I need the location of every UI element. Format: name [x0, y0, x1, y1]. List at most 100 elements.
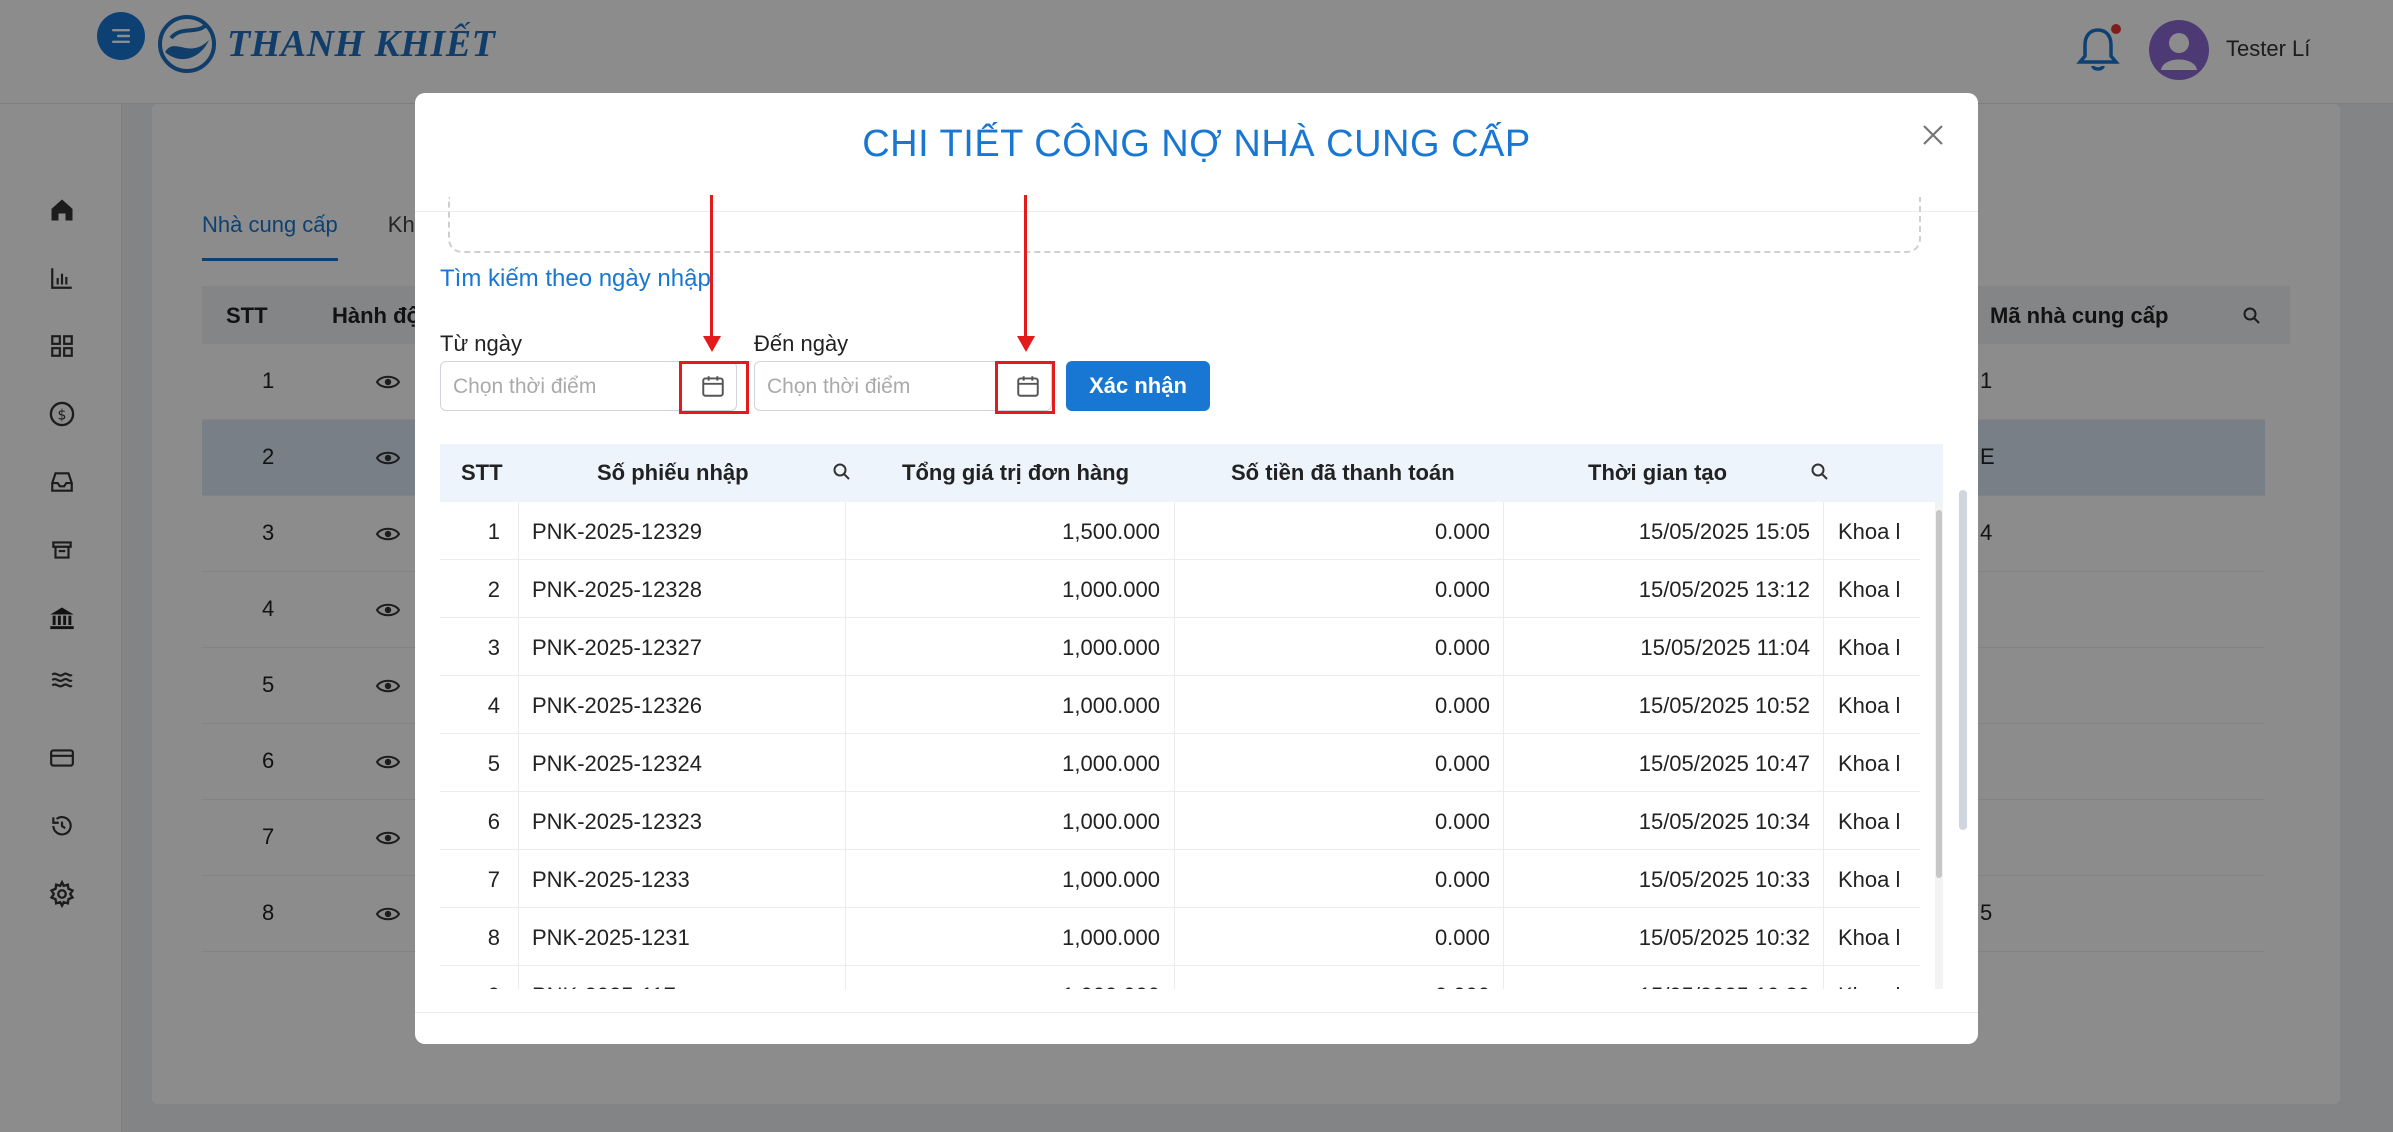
table-row[interactable]: 2 PNK-2025-12328 1,000.000 0.000 15/05/2025 …	[440, 560, 1920, 618]
cell-stt: 1	[487, 519, 500, 544]
table-header: STT Số phiếu nhập Tổng giá trị đơn hàng …	[440, 444, 1943, 502]
column-separator	[845, 734, 846, 791]
search-icon[interactable]	[832, 462, 852, 482]
page-scrollbar[interactable]	[1959, 490, 1967, 830]
column-separator	[1823, 502, 1824, 559]
cell-creator: Khoa l	[1838, 577, 1901, 602]
column-separator	[518, 850, 519, 907]
table-row[interactable]: 7 PNK-2025-1233 1,000.000 0.000 15/05/2025 1…	[440, 850, 1920, 908]
column-separator	[1823, 676, 1824, 733]
supplier-debt-modal: CHI TIẾT CÔNG NỢ NHÀ CUNG CẤP Tìm kiếm t…	[415, 93, 1978, 1044]
cell-receipt-no[interactable]: PNK-2025-12323	[532, 809, 702, 835]
cell-stt: 5	[487, 751, 500, 776]
column-separator	[1823, 908, 1824, 965]
annotation-arrow-head	[703, 336, 721, 352]
receipts-table: STT Số phiếu nhập Tổng giá trị đơn hàng …	[440, 444, 1943, 989]
column-separator	[1823, 966, 1824, 989]
cell-creator: Khoa l	[1838, 693, 1901, 718]
header-created-time: Thời gian tạo	[1588, 460, 1728, 485]
column-separator	[845, 502, 846, 559]
close-icon[interactable]	[1918, 120, 1948, 150]
annotation-highlight-box	[679, 361, 749, 414]
cell-receipt-no[interactable]: PNK-2025-12326	[532, 693, 702, 719]
cell-stt: 2	[487, 577, 500, 602]
column-separator	[1174, 560, 1175, 617]
column-separator	[845, 966, 846, 989]
header-receipt-no: Số phiếu nhập	[597, 460, 749, 485]
column-separator	[845, 560, 846, 617]
cell-receipt-no[interactable]: PNK-2025-12327	[532, 635, 702, 661]
cell-paid-amount: 0.000	[1434, 635, 1490, 660]
column-separator	[845, 850, 846, 907]
annotation-highlight-box	[995, 361, 1055, 414]
column-separator	[1174, 850, 1175, 907]
search-section-title: Tìm kiếm theo ngày nhập	[440, 265, 711, 292]
cell-order-total: 1,500.000	[1062, 519, 1160, 544]
annotation-arrow-line	[710, 195, 713, 339]
cell-paid-amount: 0.000	[1434, 519, 1490, 544]
cell-created-time: 15/05/2025 13:12	[1638, 577, 1810, 602]
column-separator	[1823, 734, 1824, 791]
table-row[interactable]: 8 PNK-2025-1231 1,000.000 0.000 15/05/2025 1…	[440, 908, 1920, 966]
cell-created-time: 15/05/2025 10:30	[1480, 983, 1810, 989]
cell-order-total: 1,000.000	[1062, 809, 1160, 834]
cell-paid-amount: 0.000	[1434, 925, 1490, 950]
cell-created-time: 15/05/2025 10:33	[1638, 867, 1810, 892]
cell-receipt-no[interactable]: PNK-2025-1233	[532, 867, 690, 893]
confirm-button[interactable]: Xác nhận	[1066, 361, 1210, 411]
table-row[interactable]: 4 PNK-2025-12326 1,000.000 0.000 15/05/2025 …	[440, 676, 1920, 734]
column-separator	[518, 676, 519, 733]
to-date-placeholder: Chọn thời điểm	[767, 375, 911, 398]
column-separator	[1174, 502, 1175, 559]
cell-order-total: 1,000.000	[1062, 635, 1160, 660]
cell-paid-amount: 0.000	[1434, 577, 1490, 602]
cell-stt: 6	[487, 809, 500, 834]
cell-order-total: 1,000.000	[1062, 693, 1160, 718]
table-row[interactable]: 9 PNK-2025-117 1,000.000 0.00015/05/2025 10…	[440, 966, 1920, 989]
cell-order-total: 1,000.000	[1062, 577, 1160, 602]
search-icon[interactable]	[1810, 462, 1830, 482]
cell-order-total: 1,000.000	[860, 983, 1160, 989]
table-scroll-thumb[interactable]	[1936, 510, 1942, 878]
column-separator	[518, 502, 519, 559]
cell-creator: Khoa l	[1838, 983, 1913, 989]
annotation-arrow-line	[1024, 195, 1027, 339]
column-separator	[1823, 560, 1824, 617]
cell-created-time: 15/05/2025 10:34	[1638, 809, 1810, 834]
to-date-label: Đến ngày	[754, 331, 849, 356]
modal-title: CHI TIẾT CÔNG NỢ NHÀ CUNG CẤP	[862, 123, 1531, 165]
column-separator	[1174, 734, 1175, 791]
cell-receipt-no[interactable]: PNK-2025-12329	[532, 519, 702, 545]
column-separator	[1823, 618, 1824, 675]
cell-receipt-no[interactable]: PNK-2025-12324	[532, 751, 702, 777]
column-separator	[518, 908, 519, 965]
column-separator	[1174, 618, 1175, 675]
cell-order-total: 1,000.000	[1062, 751, 1160, 776]
cell-creator: Khoa l	[1838, 519, 1901, 544]
cell-stt: 8	[487, 925, 500, 950]
table-row[interactable]: 1 PNK-2025-12329 1,500.000 0.000 15/05/2025 …	[440, 502, 1920, 560]
cell-stt: 4	[487, 693, 500, 718]
cell-created-time: 15/05/2025 15:05	[1638, 519, 1810, 544]
cell-order-total: 1,000.000	[1062, 925, 1160, 950]
annotation-arrow-head	[1017, 336, 1035, 352]
cell-receipt-no[interactable]: PNK-2025-117	[532, 983, 676, 989]
table-row[interactable]: 5 PNK-2025-12324 1,000.000 0.000 15/05/2025 …	[440, 734, 1920, 792]
column-separator	[845, 792, 846, 849]
table-row[interactable]: 3 PNK-2025-12327 1,000.000 0.000 15/05/2025 …	[440, 618, 1920, 676]
column-separator	[518, 734, 519, 791]
header-paid-amount: Số tiền đã thanh toán	[1231, 460, 1455, 485]
cell-created-time: 15/05/2025 10:47	[1638, 751, 1810, 776]
cell-creator: Khoa l	[1838, 809, 1901, 834]
header-stt: STT	[461, 460, 503, 485]
upload-dropzone[interactable]	[448, 197, 1921, 253]
table-row[interactable]: 6 PNK-2025-12323 1,000.000 0.000 15/05/2025 …	[440, 792, 1920, 850]
cell-created-time: 15/05/2025 10:32	[1638, 925, 1810, 950]
cell-receipt-no[interactable]: PNK-2025-12328	[532, 577, 702, 603]
cell-creator: Khoa l	[1838, 925, 1901, 950]
cell-paid-amount: 0.000	[1434, 693, 1490, 718]
cell-paid-amount: 0.000	[1190, 983, 1490, 989]
cell-receipt-no[interactable]: PNK-2025-1231	[532, 925, 690, 951]
column-separator	[845, 676, 846, 733]
header-order-total: Tổng giá trị đơn hàng	[902, 460, 1130, 485]
